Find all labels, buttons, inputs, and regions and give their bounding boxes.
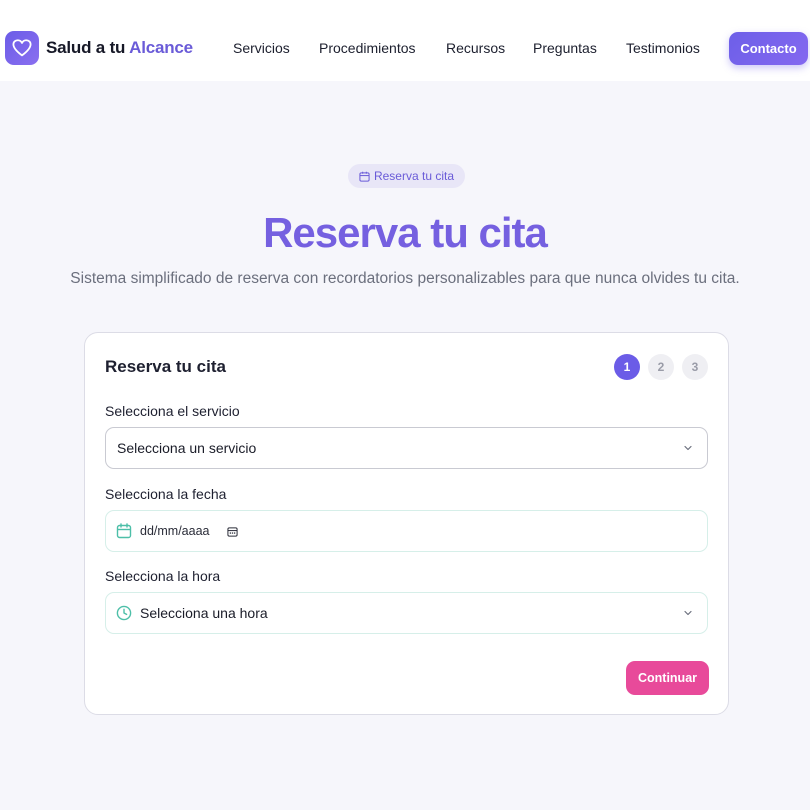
time-select[interactable]: Selecciona una hora: [105, 592, 708, 634]
continue-button[interactable]: Continuar: [626, 661, 709, 695]
nav-link-procedimientos[interactable]: Procedimientos: [319, 39, 416, 57]
page-title: Reserva tu cita: [263, 209, 548, 256]
nav-link-servicios[interactable]: Servicios: [233, 39, 290, 57]
step-indicator-2: 2: [648, 354, 674, 380]
clock-icon: [116, 605, 132, 621]
booking-form-card: Reserva tu cita 1 2 3 Selecciona el serv…: [84, 332, 729, 715]
nav-link-testimonios[interactable]: Testimonios: [626, 39, 700, 57]
section-badge-label: Reserva tu cita: [373, 169, 455, 183]
chevron-down-icon: [684, 610, 692, 616]
nav-link-recursos[interactable]: Recursos: [446, 39, 505, 57]
service-label: Selecciona el servicio: [105, 403, 240, 419]
chevron-down-icon: [684, 445, 692, 451]
service-select[interactable]: Selecciona un servicio: [105, 427, 708, 469]
time-select-value: Selecciona una hora: [140, 605, 268, 621]
contact-button[interactable]: Contacto: [729, 32, 808, 65]
calendar-icon: [116, 523, 132, 539]
step-indicator-1: 1: [614, 354, 640, 380]
date-input[interactable]: dd/mm/aaaa: [105, 510, 708, 552]
main-nav: Servicios Procedimientos Recursos Pregun…: [0, 39, 810, 57]
form-title: Reserva tu cita: [105, 357, 226, 376]
date-picker-icon[interactable]: [227, 526, 239, 537]
date-label: Selecciona la fecha: [105, 486, 227, 502]
calendar-icon: [359, 171, 370, 182]
page-subtitle: Sistema simplificado de reserva con reco…: [70, 270, 740, 287]
step-indicator-3: 3: [682, 354, 708, 380]
service-select-value: Selecciona un servicio: [117, 440, 257, 456]
nav-link-preguntas[interactable]: Preguntas: [533, 39, 597, 57]
site-header: Salud a tu Alcance Servicios Procedimien…: [0, 0, 810, 81]
date-input-placeholder: dd/mm/aaaa: [140, 524, 210, 538]
time-label: Selecciona la hora: [105, 568, 221, 584]
section-badge: Reserva tu cita: [348, 164, 465, 188]
